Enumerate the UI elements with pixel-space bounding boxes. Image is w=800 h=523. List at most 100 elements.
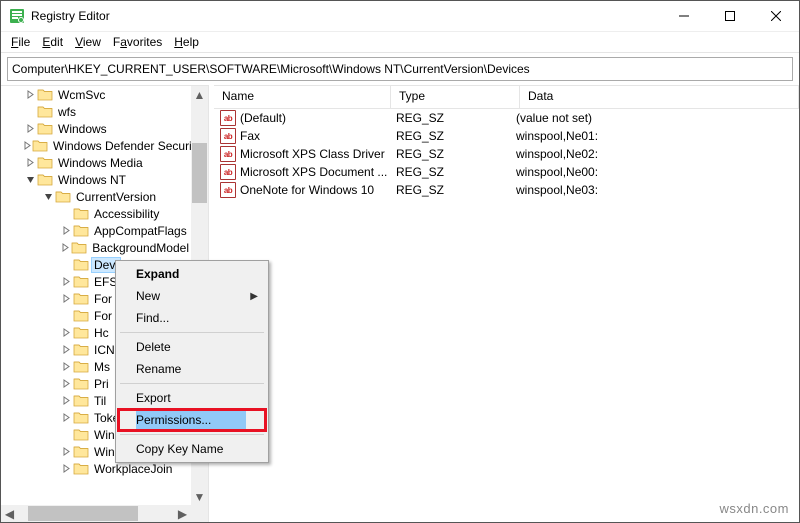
close-button[interactable] xyxy=(753,1,799,31)
expand-icon[interactable] xyxy=(23,158,37,167)
value-data: (value not set) xyxy=(508,111,799,125)
value-name: Microsoft XPS Document ... xyxy=(240,165,387,179)
list-pane: Name Type Data ab(Default)REG_SZ(value n… xyxy=(214,85,799,522)
ctx-expand[interactable]: Expand xyxy=(118,263,266,285)
ctx-new[interactable]: New▶ xyxy=(118,285,266,307)
ctx-separator xyxy=(120,434,264,435)
string-value-icon: ab xyxy=(220,110,236,126)
scroll-up-icon[interactable]: ▲ xyxy=(191,86,208,103)
maximize-button[interactable] xyxy=(707,1,753,31)
expand-icon[interactable] xyxy=(59,226,73,235)
tree-horizontal-scrollbar[interactable]: ◀ ▶ xyxy=(1,505,191,522)
menu-favorites[interactable]: Favorites xyxy=(109,34,166,50)
watermark: wsxdn.com xyxy=(719,501,789,516)
folder-icon xyxy=(73,360,89,373)
folder-icon xyxy=(37,173,53,186)
tree-item-label: Pri xyxy=(92,377,111,391)
expand-icon[interactable] xyxy=(59,277,73,286)
expand-icon[interactable] xyxy=(23,124,37,133)
window-title: Registry Editor xyxy=(31,9,661,23)
list-row[interactable]: abMicrosoft XPS Class DriverREG_SZwinspo… xyxy=(214,145,799,163)
folder-icon xyxy=(73,394,89,407)
ctx-copy-key-name[interactable]: Copy Key Name xyxy=(118,438,266,460)
menu-edit[interactable]: Edit xyxy=(38,34,67,50)
expand-icon[interactable] xyxy=(59,447,73,456)
expand-icon[interactable] xyxy=(59,413,73,422)
value-name: (Default) xyxy=(240,111,286,125)
tree-item[interactable]: WcmSvc xyxy=(1,86,191,103)
tree-item[interactable]: wfs xyxy=(1,103,191,120)
ctx-delete[interactable]: Delete xyxy=(118,336,266,358)
menu-view[interactable]: View xyxy=(71,34,105,50)
tree-item[interactable]: Accessibility xyxy=(1,205,191,222)
folder-icon xyxy=(73,411,89,424)
expand-icon[interactable] xyxy=(59,294,73,303)
folder-icon xyxy=(73,462,89,475)
tree-item-label: Windows Defender Security xyxy=(51,139,191,153)
tree-item-label: wfs xyxy=(56,105,78,119)
column-name[interactable]: Name xyxy=(214,86,391,108)
tree-item[interactable]: Windows Media xyxy=(1,154,191,171)
context-menu: Expand New▶ Find... Delete Rename Export… xyxy=(115,260,269,463)
scroll-thumb-h[interactable] xyxy=(28,506,138,521)
ctx-find[interactable]: Find... xyxy=(118,307,266,329)
tree-item[interactable]: CurrentVersion xyxy=(1,188,191,205)
tree-item-label: Ms xyxy=(92,360,112,374)
tree-item-label: ICN xyxy=(92,343,117,357)
list-row[interactable]: abOneNote for Windows 10REG_SZwinspool,N… xyxy=(214,181,799,199)
expand-icon[interactable] xyxy=(59,243,71,252)
tree-item[interactable]: BackgroundModel xyxy=(1,239,191,256)
expand-icon[interactable] xyxy=(59,464,73,473)
scroll-left-icon[interactable]: ◀ xyxy=(1,505,18,522)
value-data: winspool,Ne03: xyxy=(508,183,799,197)
list-row[interactable]: ab (Default) REG_SZ(value not set) xyxy=(214,109,799,127)
minimize-button[interactable] xyxy=(661,1,707,31)
tree-item[interactable]: Windows NT xyxy=(1,171,191,188)
menu-help[interactable]: Help xyxy=(170,34,203,50)
string-value-icon: ab xyxy=(220,164,236,180)
ctx-export[interactable]: Export xyxy=(118,387,266,409)
tree-item-label: For xyxy=(92,309,114,323)
tree-item-label: Windows Media xyxy=(56,156,145,170)
expand-icon[interactable] xyxy=(59,379,73,388)
column-data[interactable]: Data xyxy=(520,86,799,108)
column-type[interactable]: Type xyxy=(391,86,520,108)
folder-icon xyxy=(73,224,89,237)
scroll-right-icon[interactable]: ▶ xyxy=(174,505,191,522)
expand-icon[interactable] xyxy=(59,345,73,354)
value-name: OneNote for Windows 10 xyxy=(240,183,374,197)
address-bar[interactable]: Computer\HKEY_CURRENT_USER\SOFTWARE\Micr… xyxy=(7,57,793,81)
list-row[interactable]: abFaxREG_SZwinspool,Ne01: xyxy=(214,127,799,145)
list-row[interactable]: ab Microsoft XPS Document ...REG_SZwinspo… xyxy=(214,163,799,181)
tree-item-label: WorkplaceJoin xyxy=(92,462,174,476)
scroll-down-icon[interactable]: ▼ xyxy=(191,488,208,505)
expand-icon[interactable] xyxy=(59,328,73,337)
value-name: Microsoft XPS Class Driver xyxy=(240,147,385,161)
folder-icon xyxy=(37,105,53,118)
menu-file[interactable]: File xyxy=(7,34,34,50)
tree-item[interactable]: Windows Defender Security xyxy=(1,137,191,154)
expand-icon[interactable] xyxy=(59,362,73,371)
expand-icon[interactable] xyxy=(23,175,37,184)
tree-item-label: BackgroundModel xyxy=(90,241,191,255)
tree-item-label: For xyxy=(92,292,114,306)
tree-item[interactable]: Windows xyxy=(1,120,191,137)
titlebar: Registry Editor xyxy=(1,1,799,32)
value-type: REG_SZ xyxy=(388,147,508,161)
ctx-permissions[interactable]: Permissions... xyxy=(118,409,266,431)
expand-icon[interactable] xyxy=(23,90,37,99)
value-data: winspool,Ne00: xyxy=(508,165,799,179)
value-name: Fax xyxy=(240,129,260,143)
ctx-rename[interactable]: Rename xyxy=(118,358,266,380)
expand-icon[interactable] xyxy=(59,396,73,405)
scroll-thumb[interactable] xyxy=(192,143,207,203)
folder-icon xyxy=(73,292,89,305)
expand-icon[interactable] xyxy=(23,141,32,150)
expand-icon[interactable] xyxy=(41,192,55,201)
value-type: REG_SZ xyxy=(388,111,508,125)
tree-item-label: CurrentVersion xyxy=(74,190,158,204)
tree-item[interactable]: AppCompatFlags xyxy=(1,222,191,239)
tree-item-label: Windows NT xyxy=(56,173,128,187)
tree-item-label: WcmSvc xyxy=(56,88,107,102)
value-type: REG_SZ xyxy=(388,165,508,179)
